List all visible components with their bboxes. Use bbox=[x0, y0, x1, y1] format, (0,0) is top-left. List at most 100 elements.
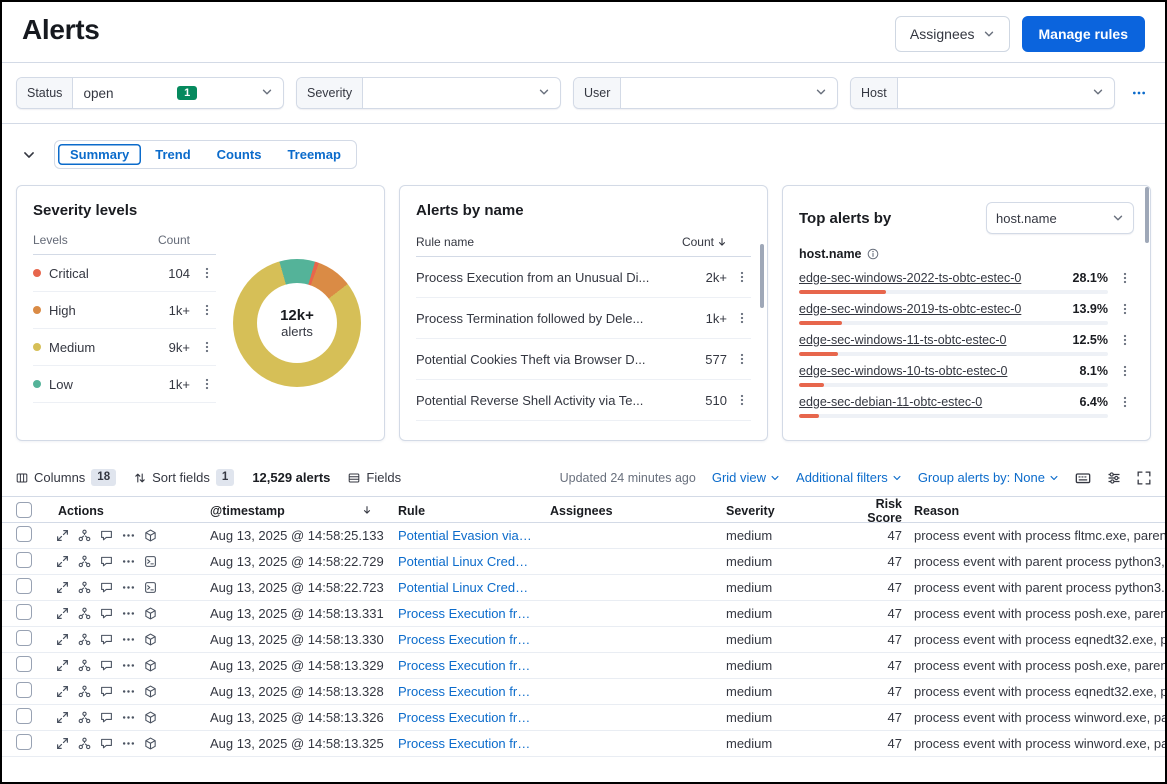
assignees-button[interactable]: Assignees bbox=[895, 16, 1010, 52]
alert-rule-link[interactable]: Process Execution from an ... bbox=[392, 658, 544, 673]
kebab-menu-icon[interactable] bbox=[733, 309, 751, 327]
chart-view-tab[interactable]: Trend bbox=[143, 144, 202, 165]
row-checkbox[interactable] bbox=[16, 682, 32, 698]
session-view-icon[interactable] bbox=[144, 607, 157, 620]
info-icon[interactable] bbox=[867, 248, 879, 260]
kebab-menu-icon[interactable] bbox=[198, 301, 216, 319]
host-name-link[interactable]: edge-sec-windows-2019-ts-obtc-estec-0 bbox=[799, 302, 1065, 316]
rule-name[interactable]: Potential Reverse Shell Activity via Te.… bbox=[416, 393, 677, 408]
analyze-event-icon[interactable] bbox=[78, 659, 91, 672]
comment-icon[interactable] bbox=[100, 711, 113, 724]
analyze-event-icon[interactable] bbox=[78, 607, 91, 620]
session-view-icon[interactable] bbox=[144, 659, 157, 672]
more-actions-icon[interactable] bbox=[122, 737, 135, 750]
rule-name-column-header[interactable]: Rule name bbox=[416, 235, 677, 249]
severity-donut[interactable]: 12k+ alerts bbox=[233, 259, 361, 387]
comment-icon[interactable] bbox=[100, 529, 113, 542]
kebab-menu-icon[interactable] bbox=[198, 375, 216, 393]
comment-icon[interactable] bbox=[100, 581, 113, 594]
row-checkbox[interactable] bbox=[16, 604, 32, 620]
analyze-event-icon[interactable] bbox=[78, 737, 91, 750]
rule-name[interactable]: Process Termination followed by Dele... bbox=[416, 311, 677, 326]
comment-icon[interactable] bbox=[100, 607, 113, 620]
kebab-menu-icon[interactable] bbox=[733, 268, 751, 286]
alert-reason[interactable]: process event with process posh.exe, par… bbox=[902, 606, 1165, 621]
row-checkbox[interactable] bbox=[16, 526, 32, 542]
expand-alert-icon[interactable] bbox=[56, 633, 69, 646]
alert-rule-link[interactable]: Process Execution from an ... bbox=[392, 710, 544, 725]
host-name-link[interactable]: edge-sec-debian-11-obtc-estec-0 bbox=[799, 395, 1072, 409]
severity-filter[interactable]: Severity bbox=[296, 77, 561, 109]
sort-fields-button[interactable]: Sort fields 1 bbox=[134, 469, 234, 486]
row-checkbox[interactable] bbox=[16, 578, 32, 594]
expand-alert-icon[interactable] bbox=[56, 737, 69, 750]
analyze-event-icon[interactable] bbox=[78, 633, 91, 646]
more-filters-icon[interactable] bbox=[1127, 81, 1151, 105]
more-actions-icon[interactable] bbox=[122, 685, 135, 698]
kebab-menu-icon[interactable] bbox=[1116, 300, 1134, 318]
additional-filters-dropdown[interactable]: Additional filters bbox=[796, 470, 902, 485]
chart-view-tab[interactable]: Treemap bbox=[275, 144, 352, 165]
analyze-event-icon[interactable] bbox=[78, 581, 91, 594]
alert-reason[interactable]: process event with process posh.exe, par… bbox=[902, 658, 1165, 673]
manage-rules-button[interactable]: Manage rules bbox=[1022, 16, 1145, 52]
alert-rule-link[interactable]: Potential Evasion via Filter ... bbox=[392, 528, 544, 543]
session-view-icon[interactable] bbox=[144, 581, 157, 594]
fullscreen-icon[interactable] bbox=[1137, 471, 1151, 485]
host-filter[interactable]: Host bbox=[850, 77, 1115, 109]
status-filter[interactable]: Status open 1 bbox=[16, 77, 284, 109]
alert-rule-link[interactable]: Process Execution from an ... bbox=[392, 684, 544, 699]
alert-reason[interactable]: process event with process winword.exe, … bbox=[902, 710, 1165, 725]
top-alerts-field-select[interactable]: host.name bbox=[986, 202, 1134, 234]
alert-reason[interactable]: process event with process eqnedt32.exe,… bbox=[902, 632, 1165, 647]
expand-alert-icon[interactable] bbox=[56, 581, 69, 594]
panel-scrollbar[interactable] bbox=[760, 244, 764, 308]
expand-alert-icon[interactable] bbox=[56, 555, 69, 568]
comment-icon[interactable] bbox=[100, 659, 113, 672]
host-name-link[interactable]: edge-sec-windows-10-ts-obtc-estec-0 bbox=[799, 364, 1072, 378]
columns-button[interactable]: Columns 18 bbox=[16, 469, 116, 486]
session-view-icon[interactable] bbox=[144, 555, 157, 568]
alert-reason[interactable]: process event with process eqnedt32.exe,… bbox=[902, 684, 1165, 699]
user-filter[interactable]: User bbox=[573, 77, 838, 109]
timestamp-column-header[interactable]: @timestamp bbox=[204, 504, 285, 518]
comment-icon[interactable] bbox=[100, 555, 113, 568]
collapse-charts-icon[interactable] bbox=[16, 142, 42, 168]
risk-score-column-header[interactable]: Risk Score bbox=[838, 497, 902, 525]
session-view-icon[interactable] bbox=[144, 633, 157, 646]
severity-column-header[interactable]: Severity bbox=[720, 504, 838, 518]
row-checkbox[interactable] bbox=[16, 552, 32, 568]
rule-name[interactable]: Potential Cookies Theft via Browser D... bbox=[416, 352, 677, 367]
alert-rule-link[interactable]: Process Execution from an ... bbox=[392, 736, 544, 751]
comment-icon[interactable] bbox=[100, 633, 113, 646]
count-column-header[interactable]: Count bbox=[682, 235, 714, 249]
session-view-icon[interactable] bbox=[144, 711, 157, 724]
kebab-menu-icon[interactable] bbox=[733, 391, 751, 409]
rule-name[interactable]: Process Execution from an Unusual Di... bbox=[416, 270, 677, 285]
alert-rule-link[interactable]: Process Execution from an ... bbox=[392, 606, 544, 621]
rule-column-header[interactable]: Rule bbox=[392, 504, 544, 518]
row-checkbox[interactable] bbox=[16, 708, 32, 724]
comment-icon[interactable] bbox=[100, 685, 113, 698]
alert-rule-link[interactable]: Process Execution from an ... bbox=[392, 632, 544, 647]
display-options-icon[interactable] bbox=[1107, 471, 1121, 485]
more-actions-icon[interactable] bbox=[122, 555, 135, 568]
more-actions-icon[interactable] bbox=[122, 529, 135, 542]
row-checkbox[interactable] bbox=[16, 734, 32, 750]
kebab-menu-icon[interactable] bbox=[1116, 331, 1134, 349]
group-alerts-dropdown[interactable]: Group alerts by: None bbox=[918, 470, 1059, 485]
comment-icon[interactable] bbox=[100, 737, 113, 750]
fields-button[interactable]: Fields bbox=[348, 470, 401, 485]
alert-rule-link[interactable]: Potential Linux Credential ... bbox=[392, 554, 544, 569]
kebab-menu-icon[interactable] bbox=[198, 338, 216, 356]
chart-view-tab[interactable]: Summary bbox=[58, 144, 141, 165]
charts-scrollbar[interactable] bbox=[1145, 187, 1149, 243]
kebab-menu-icon[interactable] bbox=[198, 264, 216, 282]
reason-column-header[interactable]: Reason bbox=[902, 504, 1165, 518]
more-actions-icon[interactable] bbox=[122, 659, 135, 672]
expand-alert-icon[interactable] bbox=[56, 607, 69, 620]
row-checkbox[interactable] bbox=[16, 656, 32, 672]
alert-reason[interactable]: process event with parent process python… bbox=[902, 554, 1165, 569]
session-view-icon[interactable] bbox=[144, 737, 157, 750]
select-all-checkbox[interactable] bbox=[16, 502, 32, 518]
